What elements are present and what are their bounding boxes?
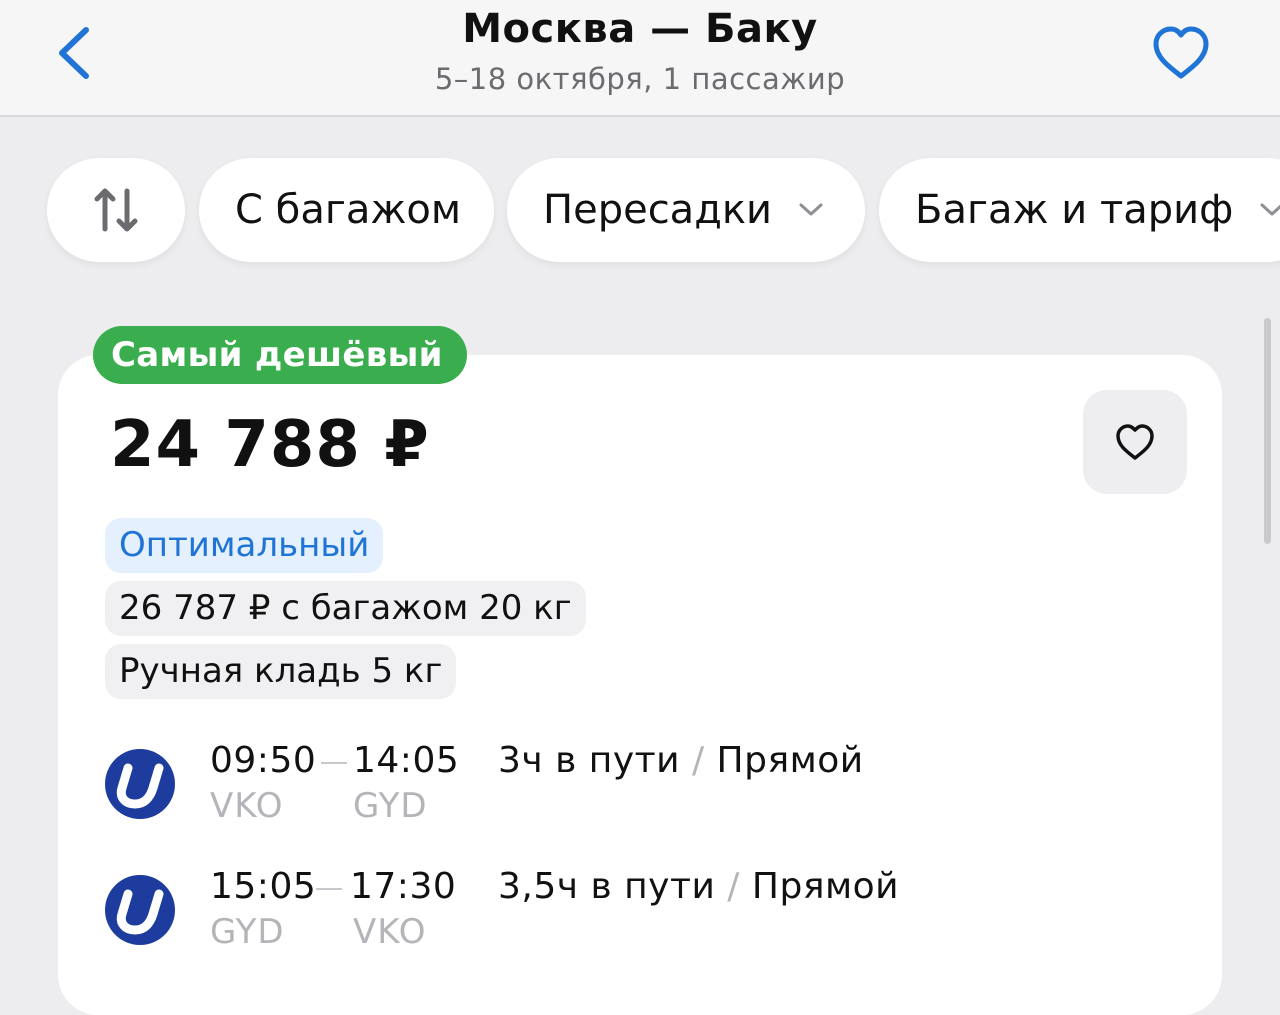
- flight-segment-return: 15:05 17:30 GYD VKO 3,5ч в пути / Прямой: [0, 866, 1280, 966]
- flight-duration: 3ч в пути / Прямой: [498, 740, 864, 781]
- arrival-time: 14:05: [353, 740, 460, 781]
- departure-time: 15:05: [210, 866, 317, 907]
- sort-button[interactable]: [47, 158, 185, 262]
- time-separator: [316, 888, 342, 890]
- stops-text: Прямой: [751, 866, 900, 907]
- top-bar: Москва — Баку 5–18 октября, 1 пассажир: [0, 0, 1280, 117]
- flight-duration: 3,5ч в пути / Прямой: [498, 866, 899, 907]
- favorite-ticket-button[interactable]: [1083, 390, 1187, 494]
- departure-airport: GYD: [210, 912, 285, 952]
- duration-text: 3ч в пути: [498, 740, 680, 781]
- favorite-route-button[interactable]: [1148, 22, 1214, 84]
- flight-segment-outbound: 09:50 14:05 VKO GYD 3ч в пути / Прямой: [0, 740, 1280, 840]
- ticket-price: 24 788 ₽: [110, 408, 430, 482]
- utair-logo-icon: [105, 749, 175, 819]
- page-subtitle: 5–18 октября, 1 пассажир: [434, 62, 846, 96]
- duration-separator: /: [691, 740, 705, 781]
- filter-with-baggage[interactable]: С багажом: [199, 158, 494, 262]
- heart-outline-icon: [1116, 424, 1154, 460]
- departure-time: 09:50: [210, 740, 317, 781]
- chevron-down-icon: [798, 202, 824, 218]
- filter-transfers-label: Пересадки: [543, 187, 773, 233]
- utair-logo-icon: [105, 875, 175, 945]
- arrival-airport: VKO: [353, 912, 427, 952]
- baggage-price-tag: 26 787 ₽ с багажом 20 кг: [105, 581, 586, 636]
- scrollbar[interactable]: [1264, 318, 1271, 544]
- departure-airport: VKO: [210, 786, 284, 826]
- tariff-optimal-tag: Оптимальный: [105, 518, 384, 573]
- hand-luggage-tag: Ручная кладь 5 кг: [105, 644, 457, 699]
- duration-separator: /: [727, 866, 740, 907]
- arrival-airport: GYD: [353, 786, 428, 826]
- page-title: Москва — Баку: [462, 6, 818, 52]
- filter-baggage-tariff[interactable]: Багаж и тариф: [879, 158, 1280, 262]
- filter-baggage-tariff-label: Багаж и тариф: [915, 187, 1234, 233]
- duration-text: 3,5ч в пути: [498, 866, 716, 907]
- filter-transfers[interactable]: Пересадки: [507, 158, 865, 262]
- filter-with-baggage-label: С багажом: [235, 187, 462, 233]
- heart-outline-icon: [1153, 26, 1209, 79]
- stops-text: Прямой: [716, 740, 864, 781]
- arrival-time: 17:30: [350, 866, 457, 907]
- time-separator: [321, 762, 347, 764]
- sort-arrows-icon: [94, 188, 138, 232]
- chevron-down-icon: [1259, 202, 1280, 218]
- cheapest-badge: Самый дешёвый: [93, 326, 467, 384]
